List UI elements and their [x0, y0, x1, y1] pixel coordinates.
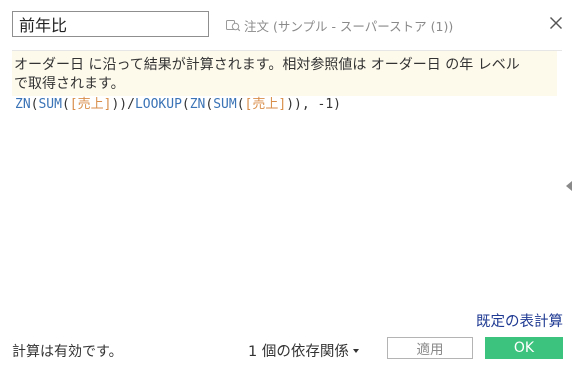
description-line-1: オーダー日 に沿って結果が計算されます。相対参照値は オーダー日 の年 レベル: [14, 57, 520, 73]
apply-button[interactable]: 適用: [387, 337, 473, 359]
dependencies-dropdown[interactable]: 1 個の依存関係: [248, 340, 359, 361]
calculation-status: 計算は有効です。: [12, 344, 123, 360]
formula-token-fn: ZN: [189, 97, 206, 112]
database-icon: [225, 17, 241, 33]
formula-token-op: ))/: [111, 97, 135, 112]
formula-token-op: )), -1): [286, 97, 341, 112]
calculation-description: オーダー日 に沿って結果が計算されます。相対参照値は オーダー日 の年 レベル …: [12, 51, 557, 96]
formula-token-op: (: [181, 97, 190, 112]
formula-token-fn: SUM: [213, 97, 237, 112]
default-table-calculation-link[interactable]: 既定の表計算: [476, 310, 563, 331]
formula-token-op: (: [61, 97, 70, 112]
calculation-editor-dialog: 注文 (サンプル - スーパーストア (1)) オーダー日 に沿って結果が計算さ…: [0, 0, 577, 365]
description-line-2: で取得されます。: [14, 76, 125, 92]
dependencies-label: 1 個の依存関係: [248, 344, 349, 360]
ok-button[interactable]: OK: [485, 337, 563, 359]
calculation-name-input[interactable]: [12, 11, 209, 37]
dialog-footer: 計算は有効です。 1 個の依存関係 適用 OK: [0, 335, 577, 363]
formula-editor[interactable]: オーダー日 に沿って結果が計算されます。相対参照値は オーダー日 の年 レベル …: [12, 50, 562, 323]
formula-token-fn: SUM: [38, 97, 62, 112]
formula-token-fn: ZN: [15, 97, 31, 112]
data-source-name: 注文 (サンプル - スーパーストア (1)): [244, 18, 454, 34]
formula-token-fn: LOOKUP: [134, 97, 182, 112]
formula-token-field: [売上]: [69, 97, 112, 112]
close-button[interactable]: [545, 13, 567, 35]
chevron-down-icon: [352, 348, 359, 353]
formula-token-op: (: [236, 97, 245, 112]
formula-text[interactable]: ZN(SUM([売上]))/LOOKUP(ZN(SUM([売上])), -1): [12, 96, 562, 114]
formula-token-field: [売上]: [244, 97, 287, 112]
data-source-label: 注文 (サンプル - スーパーストア (1)): [225, 15, 453, 35]
expand-panel-arrow-icon[interactable]: [566, 181, 572, 191]
close-icon: [549, 15, 563, 34]
